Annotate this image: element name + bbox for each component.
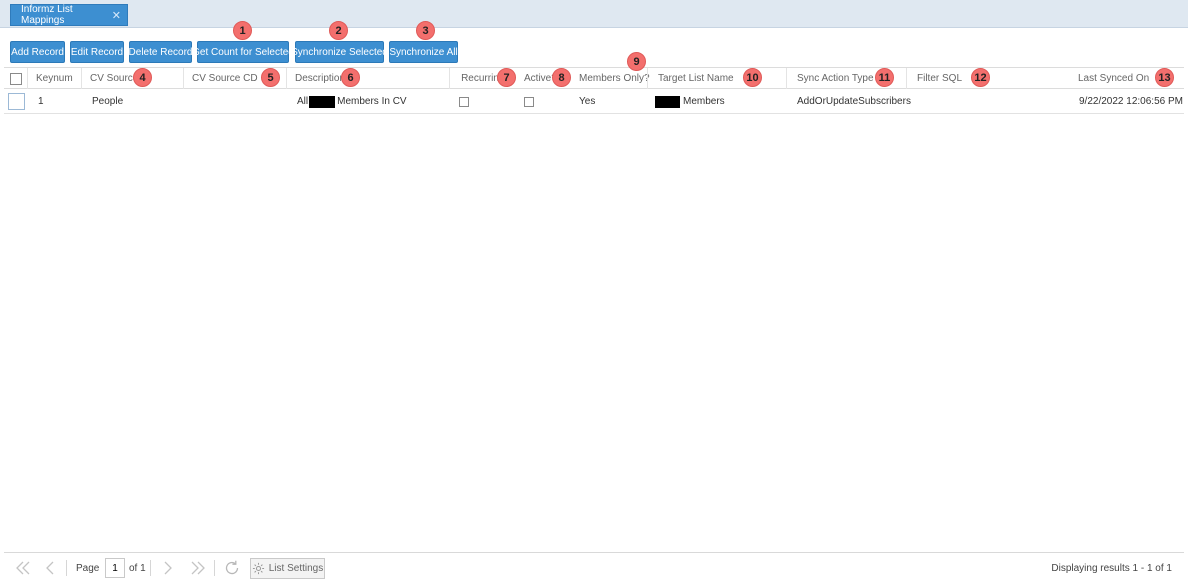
page-input-wrap <box>105 553 125 583</box>
annotation-badge-5: 5 <box>261 68 280 87</box>
page-number-input[interactable] <box>105 558 125 578</box>
description-prefix: All <box>297 96 309 107</box>
cell-cv-source: People <box>92 96 124 107</box>
cell-members-only: Yes <box>579 96 596 107</box>
recurring-checkbox[interactable] <box>459 96 469 107</box>
top-tab-bar: Informz List Mappings ✕ <box>0 0 1188 28</box>
page-of-label: of 1 <box>129 562 146 574</box>
previous-page-icon[interactable] <box>44 553 56 583</box>
cell-active <box>524 90 534 113</box>
column-header-members-only[interactable]: Members Only? <box>570 68 650 89</box>
results-summary: Displaying results 1 - 1 of 1 <box>1051 562 1172 574</box>
annotation-badge-7: 7 <box>497 68 516 87</box>
cell-recurring <box>459 90 469 113</box>
annotation-badge-6: 6 <box>341 68 360 87</box>
target-list-suffix: Members <box>683 96 725 107</box>
first-page-icon[interactable] <box>14 553 32 583</box>
tab-title: Informz List Mappings <box>21 4 73 26</box>
description-suffix: Members In CV <box>337 96 407 107</box>
table-row[interactable]: 1 People All Members In CV Yes Members A… <box>4 90 1184 114</box>
close-icon[interactable]: ✕ <box>112 9 121 22</box>
synchronize-all-button[interactable]: Synchronize All <box>389 41 458 63</box>
pager-divider <box>214 553 215 583</box>
cell-keynum: 1 <box>38 96 44 107</box>
annotation-badge-13: 13 <box>1155 68 1174 87</box>
row-select-checkbox[interactable] <box>8 93 25 110</box>
annotation-badge-11: 11 <box>875 68 894 87</box>
cell-sync-action-type: AddOrUpdateSubscribers <box>797 96 911 107</box>
column-header-cv-source[interactable]: CV Source <box>81 68 183 89</box>
next-page-icon[interactable] <box>162 553 174 583</box>
synchronize-selected-button[interactable]: Synchronize Selected <box>291 41 388 63</box>
list-settings-button[interactable]: List Settings <box>250 558 325 579</box>
grid-header-row: Keynum CV Source CV Source CD Descriptio… <box>4 67 1184 89</box>
redacted-block <box>655 95 680 108</box>
page-label: Page <box>76 562 100 574</box>
edit-record-button[interactable]: Edit Record <box>70 41 124 63</box>
annotation-badge-9: 9 <box>627 52 646 71</box>
annotation-badge-10: 10 <box>743 68 762 87</box>
column-header-description[interactable]: Description <box>286 68 449 89</box>
delete-record-button[interactable]: Delete Record <box>129 41 192 63</box>
select-all-checkbox[interactable] <box>10 72 22 85</box>
annotation-badge-3: 3 <box>416 21 435 40</box>
active-checkbox[interactable] <box>524 96 534 107</box>
last-page-icon[interactable] <box>189 553 207 583</box>
annotation-badge-12: 12 <box>971 68 990 87</box>
column-header-keynum[interactable]: Keynum <box>27 68 81 89</box>
list-settings-label: List Settings <box>268 563 324 574</box>
redacted-block <box>309 95 336 108</box>
annotation-badge-2: 2 <box>329 21 348 40</box>
annotation-badge-8: 8 <box>552 68 571 87</box>
row-select-cell <box>8 90 25 113</box>
cell-last-synced-on: 9/22/2022 12:06:56 PM <box>1079 96 1183 107</box>
get-count-for-selected-button[interactable]: Get Count for Selected <box>192 41 294 63</box>
cell-description: All Members In CV <box>297 90 407 113</box>
refresh-icon[interactable] <box>223 553 241 583</box>
select-all-header <box>4 68 27 89</box>
annotation-badge-4: 4 <box>133 68 152 87</box>
pager-divider <box>150 553 151 583</box>
pager-bar: Page of 1 List Settings Displaying resul… <box>4 552 1184 582</box>
add-record-button[interactable]: Add Record <box>10 41 65 63</box>
cell-target-list-name: Members <box>655 90 725 113</box>
pager-divider <box>66 553 67 583</box>
column-header-target-list-name[interactable]: Target List Name <box>647 68 786 89</box>
tab-informz-list-mappings[interactable]: Informz List Mappings ✕ <box>10 4 128 26</box>
annotation-badge-1: 1 <box>233 21 252 40</box>
gear-icon <box>252 562 264 575</box>
